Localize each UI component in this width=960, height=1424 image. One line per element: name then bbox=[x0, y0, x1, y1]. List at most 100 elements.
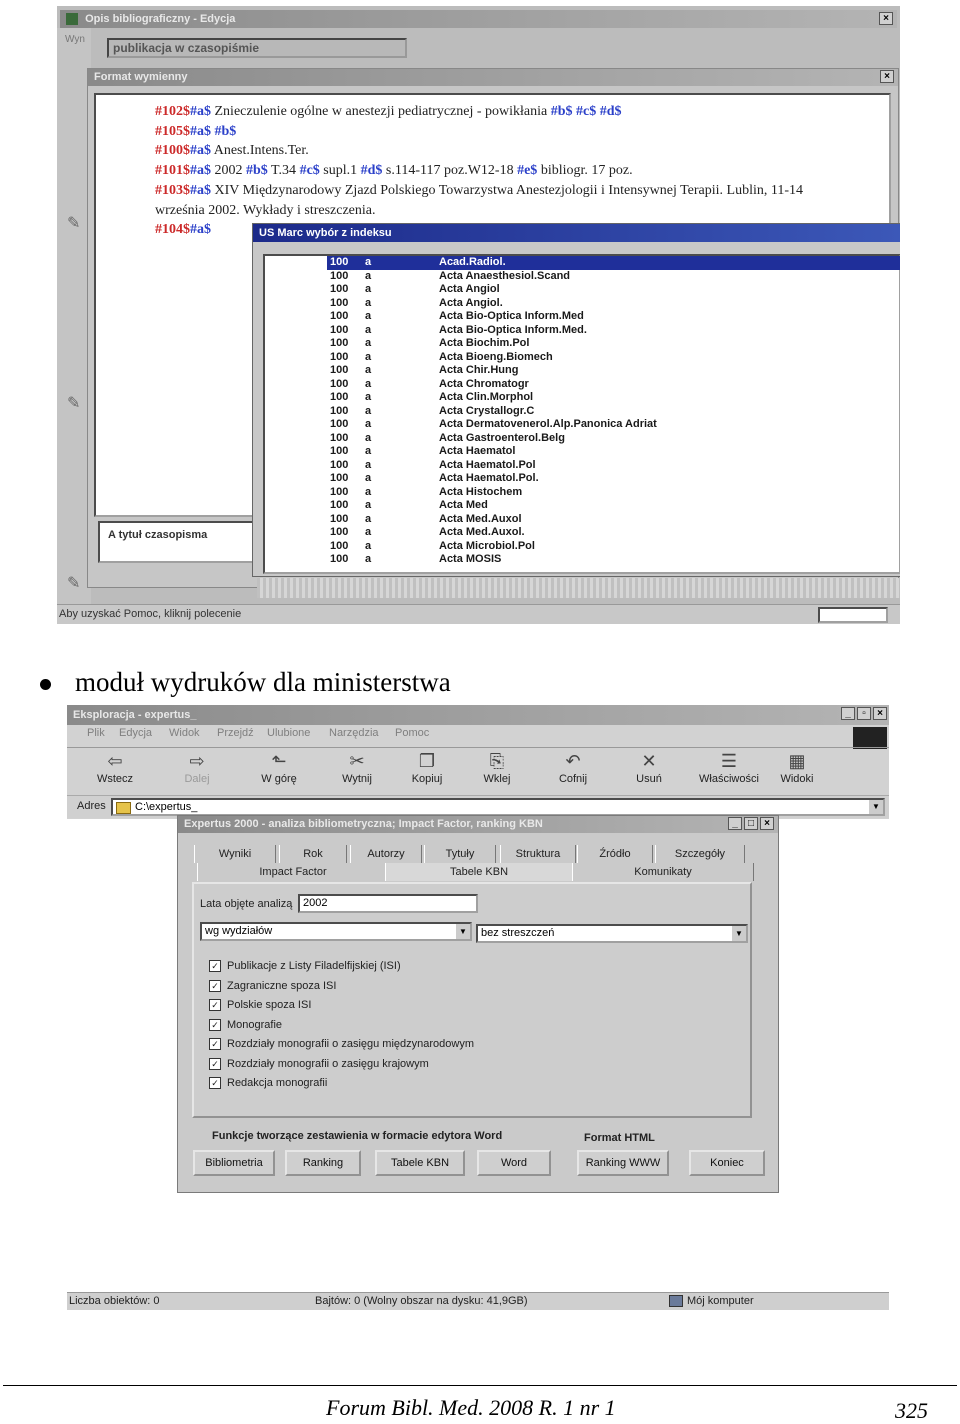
index-row[interactable]: 100 a Acta Clin.Morphol bbox=[327, 391, 900, 405]
toolbar-button[interactable]: ↶ Cofnij bbox=[543, 749, 603, 797]
menu-item[interactable]: Edycja bbox=[119, 727, 152, 739]
index-row[interactable]: 100 a Acta Histochem bbox=[327, 486, 900, 500]
tab[interactable]: Komunikaty bbox=[572, 863, 754, 881]
menu-item[interactable]: Pomoc bbox=[395, 727, 429, 739]
marc-line[interactable]: #102$#a$ Zniecz­ulenie ogólne w anestezj… bbox=[155, 104, 622, 120]
dialog-button[interactable]: Bibliometria bbox=[193, 1150, 275, 1176]
toolbar-button[interactable]: ⇨ Dalej bbox=[167, 749, 227, 797]
index-row[interactable]: 100 a Acta Chir.Hung bbox=[327, 364, 900, 378]
tab[interactable]: Impact Factor bbox=[197, 863, 389, 881]
index-row[interactable]: 100 a Acta Chromatogr bbox=[327, 378, 900, 392]
index-row[interactable]: 100 a Acta Bio-Optica Inform.Med. bbox=[327, 324, 900, 338]
index-row[interactable]: 100 a Acta Angiol. bbox=[327, 297, 900, 311]
tab[interactable]: Struktura bbox=[500, 845, 576, 863]
checkbox-option[interactable]: ✓ Zagraniczne spoza ISI bbox=[209, 980, 336, 992]
toolbar-button[interactable]: ⬑ W górę bbox=[249, 749, 309, 797]
doc-type-field[interactable]: publikacja w czasopiśmie bbox=[107, 38, 407, 58]
menu-item[interactable]: Ulubione bbox=[267, 727, 310, 739]
dialog-button[interactable]: Koniec bbox=[689, 1150, 765, 1176]
index-row[interactable]: 100 a Acta Med.Auxol bbox=[327, 513, 900, 527]
menu-item[interactable]: Narzędzia bbox=[329, 727, 379, 739]
index-field: 100 bbox=[330, 296, 349, 309]
minimize-icon[interactable]: _ bbox=[728, 817, 742, 830]
checkbox-option[interactable]: ✓ Rozdziały monografii o zasięgu międzyna… bbox=[209, 1038, 474, 1051]
marc-line[interactable]: #104$#a$ bbox=[155, 222, 211, 238]
checkbox-option[interactable]: ✓ Polskie spoza ISI bbox=[209, 999, 311, 1012]
abstracts-select[interactable]: bez streszczeń ▼ bbox=[476, 924, 748, 943]
index-value: Acta Gastroenterol.Belg bbox=[439, 431, 565, 444]
chevron-down-icon[interactable]: ▼ bbox=[869, 800, 883, 814]
checkmark-icon[interactable]: ✓ bbox=[209, 999, 221, 1012]
address-input[interactable]: C:\expertus_ ▼ bbox=[111, 798, 885, 816]
marc-line[interactable]: września 2002. Wykłady i streszczenia. bbox=[155, 203, 376, 219]
index-row[interactable]: 100 a Acad.Radiol. bbox=[327, 256, 900, 270]
grouping-select[interactable]: wg wydziałów ▼ bbox=[200, 922, 472, 941]
tab[interactable]: Szczegóły bbox=[655, 845, 745, 863]
checkbox-option[interactable]: ✓ Rozdziały monografii o zasięgu krajowym bbox=[209, 1058, 429, 1070]
minimize-icon[interactable]: _ bbox=[841, 707, 855, 720]
index-row[interactable]: 100 a Acta Bio-Optica Inform.Med bbox=[327, 310, 900, 324]
index-row[interactable]: 100 a Acta Microbiol.Pol bbox=[327, 540, 900, 554]
checkmark-icon[interactable]: ✓ bbox=[209, 1077, 221, 1090]
index-row[interactable]: 100 a Acta Bioeng.Biomech bbox=[327, 351, 900, 365]
index-row[interactable]: 100 a Acta Biochim.Pol bbox=[327, 337, 900, 351]
index-row[interactable]: 100 a Acta Haematol.Pol. bbox=[327, 472, 900, 486]
dialog-button[interactable]: Ranking bbox=[285, 1150, 361, 1176]
index-row[interactable]: 100 a Acta Med.Auxol. bbox=[327, 526, 900, 540]
checkbox-label: Redakcja monografii bbox=[227, 1077, 328, 1089]
index-field: 100 bbox=[330, 445, 349, 457]
close-icon[interactable]: × bbox=[873, 707, 887, 720]
checkmark-icon[interactable]: ✓ bbox=[209, 1038, 221, 1051]
years-input[interactable]: 2002 bbox=[298, 894, 478, 913]
menu-item[interactable]: Przejdź bbox=[217, 727, 254, 739]
checkbox-option[interactable]: ✓ Publikacje z Listy Filadelfijskiej (ISI… bbox=[209, 960, 401, 973]
maximize-icon[interactable]: □ bbox=[744, 817, 758, 830]
tab[interactable]: Wyniki bbox=[194, 845, 276, 863]
close-icon[interactable]: × bbox=[880, 70, 894, 83]
checkbox-option[interactable]: ✓ Monografie bbox=[209, 1019, 282, 1031]
index-row[interactable]: 100 a Acta Angiol bbox=[327, 283, 900, 297]
tab[interactable]: Tytuły bbox=[424, 845, 496, 863]
checkmark-icon[interactable]: ✓ bbox=[209, 1018, 221, 1031]
dialog-button[interactable]: Word bbox=[477, 1150, 551, 1176]
index-row[interactable]: 100 a Acta MOSIS bbox=[327, 553, 900, 567]
index-row[interactable]: 100 a Acta Haematol.Pol bbox=[327, 459, 900, 473]
marc-line[interactable]: #100$#a$ Anest.Intens.Ter. bbox=[155, 143, 309, 159]
toolbar-button[interactable]: ☰ Właściwości bbox=[699, 749, 759, 797]
toolbar-button[interactable]: ✕ Usuń bbox=[619, 749, 679, 797]
index-row[interactable]: 100 a Acta Haematol bbox=[327, 445, 900, 459]
index-row[interactable]: 100 a Acta Crystallogr.C bbox=[327, 405, 900, 419]
chevron-down-icon[interactable]: ▼ bbox=[456, 924, 470, 939]
close-icon[interactable]: × bbox=[760, 817, 774, 830]
chevron-down-icon[interactable]: ▼ bbox=[732, 926, 746, 941]
checkmark-icon[interactable]: ✓ bbox=[209, 960, 221, 973]
toolbar-button[interactable]: ✂ Wytnij bbox=[327, 749, 387, 797]
word-functions-label: Funkcje tworzące zestawienia w formacie … bbox=[212, 1130, 503, 1142]
marc-line[interactable]: #105$#a$ #b$ bbox=[155, 124, 236, 140]
checkmark-icon[interactable]: ✓ bbox=[209, 1057, 221, 1070]
index-row[interactable]: 100 a Acta Gastroenterol.Belg bbox=[327, 432, 900, 446]
close-icon[interactable]: × bbox=[879, 12, 893, 25]
menu-item[interactable]: Widok bbox=[169, 727, 200, 739]
dialog-button[interactable]: Tabele KBN bbox=[375, 1150, 465, 1176]
tab[interactable]: Rok bbox=[279, 845, 347, 863]
index-row[interactable]: 100 a Acta Anaesthesiol.Scand bbox=[327, 270, 900, 284]
tab[interactable]: Źródło bbox=[577, 845, 653, 863]
maximize-icon[interactable]: ▫ bbox=[857, 707, 871, 720]
tab[interactable]: Tabele KBN bbox=[385, 863, 573, 881]
dialog-button[interactable]: Ranking WWW bbox=[577, 1150, 669, 1176]
toolbar-button[interactable]: ▦ Widoki bbox=[767, 749, 827, 797]
toolbar-button[interactable]: ⇦ Wstecz bbox=[85, 749, 145, 797]
marc-line[interactable]: #103$#a$ XIV Międzynarodowy Zjazd Polski… bbox=[155, 183, 803, 199]
index-row[interactable]: 100 a Acta Med bbox=[327, 499, 900, 513]
pin-icon: ✎ bbox=[67, 395, 81, 412]
marc-line[interactable]: #101$#a$ 2002 #b$ T.34 #c$ supl.1 #d$ s.… bbox=[155, 163, 633, 179]
checkbox-option[interactable]: ✓ Redakcja monografii bbox=[209, 1077, 328, 1090]
checkmark-icon[interactable]: ✓ bbox=[209, 979, 221, 992]
marc-text: s.114-117 poz.W12-18 bbox=[382, 163, 518, 179]
toolbar-button[interactable]: ❐ Kopiuj bbox=[397, 749, 457, 797]
tab[interactable]: Autorzy bbox=[350, 845, 422, 863]
toolbar-button[interactable]: ⎘ Wklej bbox=[467, 749, 527, 797]
menu-item[interactable]: Plik bbox=[87, 727, 105, 739]
index-row[interactable]: 100 a Acta Dermatovenerol.Alp.Panonica Adr… bbox=[327, 418, 900, 432]
